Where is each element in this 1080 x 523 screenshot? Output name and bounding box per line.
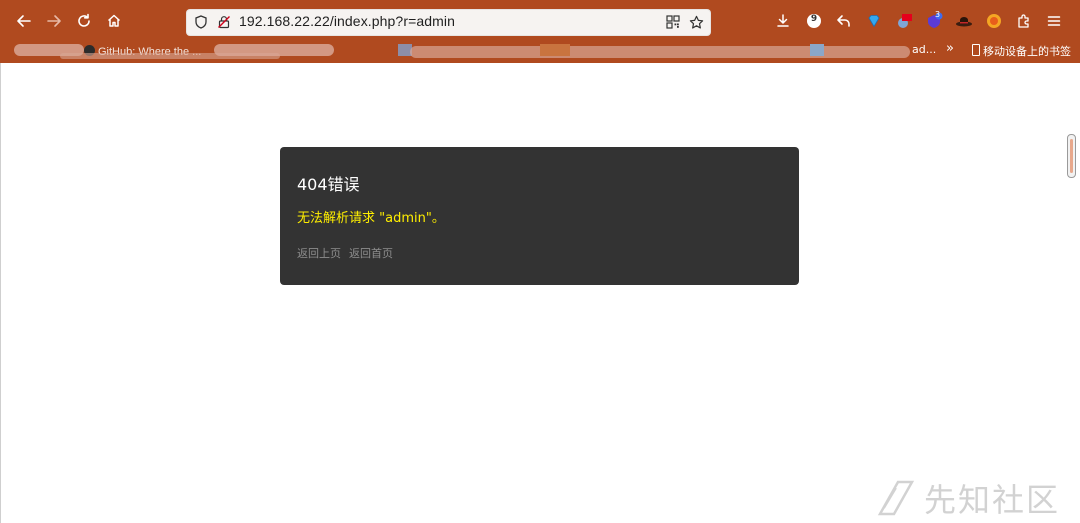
mobile-device-icon (972, 44, 980, 56)
back-link[interactable]: 返回上页 (297, 245, 341, 261)
watermark-logo-icon (877, 480, 915, 516)
bookmark-overflow-text[interactable]: ad... (912, 43, 936, 56)
bookmark-favicon-blurred-3 (810, 44, 824, 56)
insecure-lock-icon[interactable] (215, 13, 233, 31)
extension-badge-count: 9 (810, 14, 818, 24)
watermark-text: 先知社区 (924, 481, 1061, 519)
home-link[interactable]: 返回首页 (349, 245, 393, 261)
bookmarks-bar: GitHub: Where the ... ad... » 移动设备上的书签 (0, 41, 1080, 63)
mobile-bookmarks-folder[interactable]: 移动设备上的书签 (972, 43, 1071, 59)
hat-extension-icon[interactable] (954, 11, 974, 31)
home-button[interactable] (103, 10, 125, 32)
bookmark-favicon-blurred-2 (540, 44, 570, 56)
forward-arrow-icon (47, 15, 61, 27)
forward-button[interactable] (43, 10, 65, 32)
purple-shield-extension-icon[interactable]: 3 (924, 10, 944, 31)
shield-icon[interactable] (192, 13, 210, 31)
back-button[interactable] (13, 10, 35, 32)
scrollbar-thumb[interactable] (1067, 134, 1076, 178)
red-flag-extension-icon[interactable] (894, 11, 914, 31)
browser-chrome: 192.168.22.22/index.php?r=admin 9 3 GitH… (0, 0, 1080, 63)
extension-badge-icon[interactable]: 9 (804, 11, 824, 31)
purple-shield-badge-count: 3 (935, 10, 941, 19)
bookmark-item-blurred-2[interactable] (214, 44, 334, 56)
fox-extension-icon[interactable] (984, 11, 1004, 31)
qr-code-icon[interactable] (664, 13, 682, 31)
puzzle-extensions-icon[interactable] (1014, 11, 1034, 31)
home-icon (107, 14, 121, 27)
watermark: 先知社区 (876, 476, 1076, 520)
reload-icon (78, 13, 90, 27)
browser-toolbar: 192.168.22.22/index.php?r=admin 9 3 (0, 0, 1080, 42)
menu-icon[interactable] (1044, 11, 1064, 31)
diamond-extension-icon[interactable] (864, 11, 884, 31)
error-panel: 404错误 无法解析请求 "admin"。 返回上页 返回首页 (280, 147, 799, 285)
download-icon[interactable] (773, 11, 793, 31)
back-arrow-icon (17, 15, 31, 27)
url-text[interactable]: 192.168.22.22/index.php?r=admin (239, 13, 455, 29)
error-title: 404错误 (297, 175, 360, 194)
back-arrow-extension-icon[interactable] (834, 11, 854, 31)
bookmarks-chevron[interactable]: » (946, 41, 954, 56)
error-message: 无法解析请求 "admin"。 (297, 211, 445, 226)
reload-button[interactable] (73, 10, 95, 32)
bookmark-item-blurred-3[interactable] (410, 46, 910, 58)
bookmark-star-icon[interactable] (687, 13, 705, 31)
address-bar[interactable]: 192.168.22.22/index.php?r=admin (186, 9, 711, 36)
page-border (0, 63, 1, 523)
